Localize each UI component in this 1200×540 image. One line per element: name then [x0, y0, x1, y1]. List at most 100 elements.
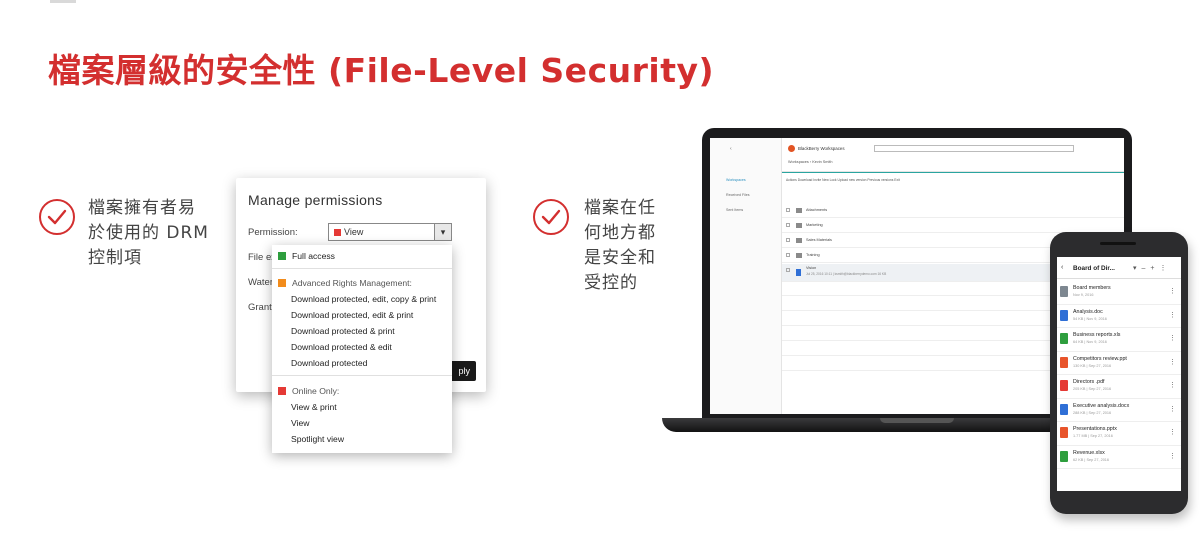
menu-item[interactable]: Spotlight view: [291, 434, 344, 444]
file-meta: Nov 9, 2016: [1073, 293, 1094, 297]
phone-title: Board of Dir...: [1073, 265, 1115, 272]
breadcrumb: Workspaces › Kevin Smith: [788, 160, 833, 164]
file-meta: 64 KB | Nov 9, 2016: [1073, 340, 1107, 344]
back-arrow-icon[interactable]: ‹: [1061, 264, 1063, 271]
menu-label: Full access: [292, 251, 335, 261]
orange-swatch: [278, 279, 286, 287]
permission-color-swatch: [334, 228, 341, 236]
file-icon: [1060, 427, 1068, 438]
menu-item[interactable]: View: [291, 418, 309, 428]
menu-item[interactable]: Download protected: [291, 358, 367, 368]
header-accent-line: [782, 172, 1124, 173]
permission-select[interactable]: View ▾: [328, 223, 452, 241]
corner-mark: [50, 0, 76, 3]
file-name: Executive analysis.docx: [1073, 402, 1130, 409]
row-checkbox[interactable]: [786, 208, 790, 212]
file-name: Board members: [1073, 285, 1111, 291]
more-vert-icon[interactable]: ⋮: [1169, 405, 1176, 413]
app-toolbar[interactable]: Actions Download Invite New Lock Upload …: [786, 178, 900, 182]
phone-header-actions[interactable]: ▾–+⋮: [1133, 264, 1172, 272]
file-icon: [1060, 309, 1068, 321]
folder-icon: [796, 238, 802, 243]
more-vert-icon[interactable]: ⋮: [1169, 287, 1176, 295]
bullet-text-2: 檔案在任 何地方都 是安全和 受控的: [584, 196, 656, 296]
sidebar-item-workspaces[interactable]: Workspaces: [726, 178, 746, 182]
bullet-line: 檔案在任: [584, 198, 656, 218]
chevron-down-icon[interactable]: ▾: [434, 224, 451, 240]
row-label: Marketing: [806, 223, 823, 227]
folder-icon: [796, 223, 802, 228]
list-item[interactable]: Presentations.pptx 1.77 MB | Sep 27, 2016…: [1057, 422, 1181, 446]
more-vert-icon[interactable]: ⋮: [1169, 334, 1176, 342]
row-checkbox[interactable]: [786, 238, 790, 242]
app-name: BlackBerry Workspaces: [798, 146, 845, 151]
menu-item[interactable]: Download protected, edit, copy & print: [291, 294, 436, 304]
table-row[interactable]: Attachments: [782, 204, 1124, 218]
row-checkbox[interactable]: [786, 268, 790, 272]
file-name: Analysis.doc: [1073, 308, 1103, 315]
sidebar-item-received[interactable]: Received Files: [726, 193, 750, 197]
folder-icon: [796, 208, 802, 213]
app-logo: BlackBerry Workspaces: [788, 145, 845, 152]
file-icon: [1060, 403, 1068, 415]
app-header: BlackBerry Workspaces Workspaces › Kevin…: [782, 138, 1124, 172]
sidebar-item-sent[interactable]: Sent Items: [726, 208, 743, 212]
list-item[interactable]: Directors .pdf 205 KB | Sep 27, 2016 ⋮: [1057, 375, 1181, 399]
row-checkbox[interactable]: [786, 253, 790, 257]
file-icon: [1060, 333, 1068, 344]
bullet-line: 受控的: [584, 273, 638, 293]
bullet-line: 控制項: [88, 248, 142, 268]
menu-item[interactable]: View & print: [291, 402, 337, 412]
list-item[interactable]: Executive analysis.docx 288 KB | Sep 27, …: [1057, 399, 1181, 422]
file-icon: [1060, 356, 1068, 368]
bullet-line: 是安全和: [584, 248, 656, 268]
list-item[interactable]: Business reports.xls 64 KB | Nov 9, 2016 ⋮: [1057, 328, 1181, 352]
menu-item[interactable]: Download protected, edit & print: [291, 310, 413, 320]
row-label: Vision: [806, 266, 817, 270]
menu-item[interactable]: Download protected & edit: [291, 342, 392, 352]
file-name: Revenue.xlsx: [1073, 449, 1105, 456]
phone-screen: ‹ Board of Dir... ▾–+⋮ Board members Nov …: [1057, 257, 1181, 491]
list-item[interactable]: Analysis.doc 54 KB | Nov 9, 2016 ⋮: [1057, 305, 1181, 328]
menu-group-online: Online Only:: [278, 386, 339, 396]
folder-icon: [796, 253, 802, 258]
red-swatch: [278, 387, 286, 395]
row-label: Attachments: [806, 208, 828, 212]
file-meta: 54 KB | Nov 9, 2016: [1073, 316, 1107, 321]
list-item[interactable]: Revenue.xlsx 62 KB | Sep 27, 2016 ⋮: [1057, 446, 1181, 469]
bullet-text-1: 檔案擁有者易 於使用的 DRM 控制項: [88, 196, 209, 271]
more-vert-icon[interactable]: ⋮: [1169, 381, 1176, 389]
more-vert-icon[interactable]: ⋮: [1169, 428, 1176, 436]
more-vert-icon[interactable]: ⋮: [1160, 265, 1172, 272]
menu-divider: [272, 268, 452, 269]
check-circle-icon: [39, 199, 75, 235]
search-input[interactable]: [874, 145, 1074, 152]
menu-item-full-access[interactable]: Full access: [278, 251, 335, 261]
file-name: Competitors review.ppt: [1073, 355, 1127, 362]
more-vert-icon[interactable]: ⋮: [1169, 311, 1176, 319]
list-item[interactable]: Competitors review.ppt 130 KB | Sep 27, 2…: [1057, 352, 1181, 375]
row-checkbox[interactable]: [786, 223, 790, 227]
grant-label: Grant: [248, 302, 272, 313]
plus-icon[interactable]: +: [1150, 265, 1159, 272]
phone-speaker: [1100, 242, 1136, 245]
file-name: Presentations.pptx: [1073, 426, 1117, 432]
bullet-line: 檔案擁有者易: [88, 198, 196, 218]
logo-icon: [788, 145, 795, 152]
permission-dropdown-menu: Full access Advanced Rights Management: …: [272, 245, 452, 453]
dialog-title: Manage permissions: [248, 192, 383, 208]
file-meta: 1.77 MB | Sep 27, 2016: [1073, 434, 1113, 438]
dropdown-icon[interactable]: ▾: [1133, 265, 1142, 272]
more-vert-icon[interactable]: ⋮: [1169, 452, 1176, 460]
row-label: Sales Materials: [806, 238, 832, 242]
list-item[interactable]: Board members Nov 9, 2016 ⋮: [1057, 281, 1181, 305]
menu-item[interactable]: Download protected & print: [291, 326, 395, 336]
sidebar-collapse-icon[interactable]: ‹: [730, 146, 732, 152]
table-row[interactable]: Marketing: [782, 219, 1124, 233]
menu-group-label: Online Only:: [292, 386, 340, 396]
permission-value: View: [344, 227, 364, 237]
folder-icon: [1060, 286, 1068, 297]
more-vert-icon[interactable]: ⋮: [1169, 358, 1176, 366]
watermark-label: Water: [248, 277, 273, 288]
row-meta: Jul 25, 2016 10:11 | ksmith@blackberryde…: [806, 272, 887, 276]
